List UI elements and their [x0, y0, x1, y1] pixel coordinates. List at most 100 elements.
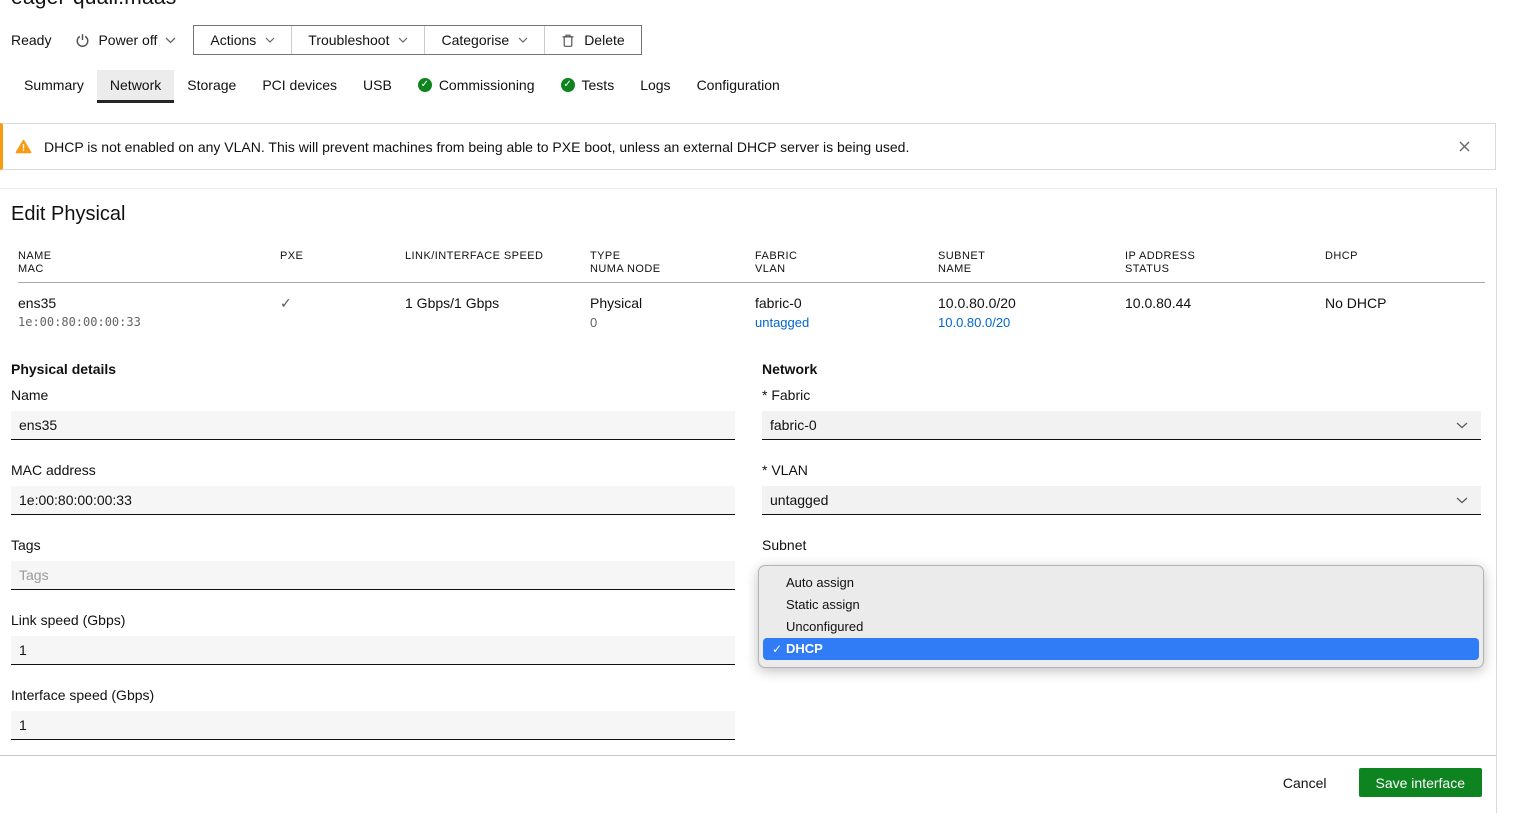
- success-check-icon: ✓: [418, 78, 432, 92]
- tags-field[interactable]: [11, 561, 735, 590]
- col-speed: LINK/INTERFACE SPEED: [405, 250, 590, 276]
- machine-action-group: Actions Troubleshoot Categorise: [193, 25, 641, 55]
- option-unconfigured[interactable]: Unconfigured: [759, 616, 1483, 638]
- success-check-icon: ✓: [561, 78, 575, 92]
- link-interface-speed: 1 Gbps/1 Gbps: [405, 294, 590, 312]
- subnet-cidr: 10.0.80.0/20: [938, 294, 1125, 312]
- dhcp-status: No DHCP: [1325, 294, 1485, 312]
- power-label: Power off: [98, 32, 157, 48]
- chevron-down-icon: [1456, 497, 1468, 504]
- cell-speed: 1 Gbps/1 Gbps: [405, 294, 590, 331]
- interface-speed-label: Interface speed (Gbps): [11, 687, 735, 703]
- fabric-value: fabric-0: [755, 294, 938, 312]
- delete-button[interactable]: Delete: [545, 26, 640, 54]
- col-type-numa: TYPE NUMA NODE: [590, 250, 755, 276]
- subnet-dropdown-menu: Auto assign Static assign Unconfigured ✓…: [758, 565, 1484, 668]
- actions-menu-button[interactable]: Actions: [194, 26, 292, 54]
- chevron-down-icon: [398, 37, 408, 43]
- tab-tests[interactable]: ✓ Tests: [548, 70, 628, 103]
- vlan-link[interactable]: untagged: [755, 315, 809, 330]
- chevron-down-icon: [265, 37, 275, 43]
- subnet-name-link[interactable]: 10.0.80.0/20: [938, 315, 1010, 330]
- tab-usb[interactable]: USB: [350, 70, 405, 103]
- interface-name: ens35: [18, 294, 280, 312]
- interface-type: Physical: [590, 294, 755, 312]
- machine-details-page: eager-quail.maas Ready Power off Actions: [0, 0, 1514, 813]
- page-title: eager-quail.maas: [11, 0, 176, 10]
- tab-label: Configuration: [697, 77, 780, 93]
- chevron-down-icon: [518, 37, 528, 43]
- warning-icon: [15, 139, 32, 154]
- ip-address: 10.0.80.44: [1125, 294, 1325, 312]
- col-pxe: PXE: [280, 250, 405, 276]
- warning-message: DHCP is not enabled on any VLAN. This wi…: [44, 139, 1456, 155]
- table-row: ens35 1e:00:80:00:00:33 ✓ 1 Gbps/1 Gbps …: [18, 283, 1485, 331]
- status-action-bar: Ready Power off Actions Troublesho: [11, 25, 642, 55]
- check-icon: ✓: [772, 638, 786, 660]
- link-speed-field[interactable]: [11, 636, 735, 665]
- fabric-label: * Fabric: [762, 387, 1481, 403]
- dhcp-warning-banner: DHCP is not enabled on any VLAN. This wi…: [0, 123, 1496, 170]
- col-ip-status: IP ADDRESS STATUS: [1125, 250, 1325, 276]
- cell-pxe: ✓: [280, 294, 405, 331]
- delete-label: Delete: [584, 32, 624, 48]
- tab-label: Commissioning: [439, 77, 535, 93]
- save-interface-button[interactable]: Save interface: [1359, 768, 1483, 797]
- name-label: Name: [11, 387, 735, 403]
- vlan-select[interactable]: untagged: [762, 486, 1481, 515]
- tab-label: USB: [363, 77, 392, 93]
- pxe-check-icon: ✓: [280, 294, 405, 312]
- numa-node: 0: [590, 314, 755, 331]
- chevron-down-icon: [165, 37, 176, 44]
- troubleshoot-menu-button[interactable]: Troubleshoot: [292, 26, 425, 54]
- mac-address-label: MAC address: [11, 462, 735, 478]
- tab-logs[interactable]: Logs: [627, 70, 683, 103]
- mac-address-field[interactable]: [11, 486, 735, 515]
- network-heading: Network: [762, 361, 1481, 377]
- tags-label: Tags: [11, 537, 735, 553]
- cell-ip: 10.0.80.44: [1125, 294, 1325, 331]
- close-icon[interactable]: [1456, 138, 1473, 155]
- tab-label: Tests: [582, 77, 615, 93]
- form-footer: Cancel Save interface: [0, 768, 1482, 797]
- tab-storage[interactable]: Storage: [174, 70, 249, 103]
- tab-summary[interactable]: Summary: [11, 70, 97, 103]
- tab-label: Summary: [24, 77, 84, 93]
- trash-icon: [561, 33, 575, 48]
- interface-table-header: NAME MAC PXE LINK/INTERFACE SPEED TYPE N…: [18, 250, 1485, 283]
- option-dhcp-selected[interactable]: ✓ DHCP: [763, 638, 1479, 660]
- footer-divider: [0, 755, 1496, 756]
- status-badge: Ready: [11, 32, 51, 48]
- interface-speed-field[interactable]: [11, 711, 735, 740]
- col-fabric-vlan: FABRIC VLAN: [755, 250, 938, 276]
- troubleshoot-menu-label: Troubleshoot: [308, 32, 389, 48]
- col-name-mac: NAME MAC: [18, 250, 280, 276]
- option-auto-assign[interactable]: Auto assign: [759, 572, 1483, 594]
- cancel-button[interactable]: Cancel: [1283, 775, 1327, 791]
- tab-label: Logs: [640, 77, 670, 93]
- tab-label: Storage: [187, 77, 236, 93]
- subnet-label: Subnet: [762, 537, 1481, 553]
- vlan-select-value: untagged: [770, 492, 828, 508]
- vlan-label: * VLAN: [762, 462, 1481, 478]
- option-static-assign[interactable]: Static assign: [759, 594, 1483, 616]
- edit-physical-title: Edit Physical: [11, 203, 126, 226]
- section-divider: [0, 188, 1496, 189]
- name-field[interactable]: [11, 411, 735, 440]
- tab-label: PCI devices: [262, 77, 337, 93]
- power-icon: [75, 33, 90, 48]
- tab-configuration[interactable]: Configuration: [684, 70, 793, 103]
- network-form: Network * Fabric fabric-0 * VLAN untagge…: [762, 361, 1481, 561]
- physical-details-heading: Physical details: [11, 361, 735, 377]
- cell-subnet: 10.0.80.0/20 10.0.80.0/20: [938, 294, 1125, 331]
- tab-network[interactable]: Network: [97, 70, 174, 103]
- fabric-select[interactable]: fabric-0: [762, 411, 1481, 440]
- categorise-menu-button[interactable]: Categorise: [425, 26, 545, 54]
- interface-mac: 1e:00:80:00:00:33: [18, 314, 280, 331]
- link-speed-label: Link speed (Gbps): [11, 612, 735, 628]
- tab-pci-devices[interactable]: PCI devices: [249, 70, 350, 103]
- power-off-button[interactable]: Power off: [75, 32, 176, 48]
- tab-label: Network: [110, 77, 161, 93]
- tab-commissioning[interactable]: ✓ Commissioning: [405, 70, 548, 103]
- option-dhcp-label: DHCP: [786, 638, 823, 660]
